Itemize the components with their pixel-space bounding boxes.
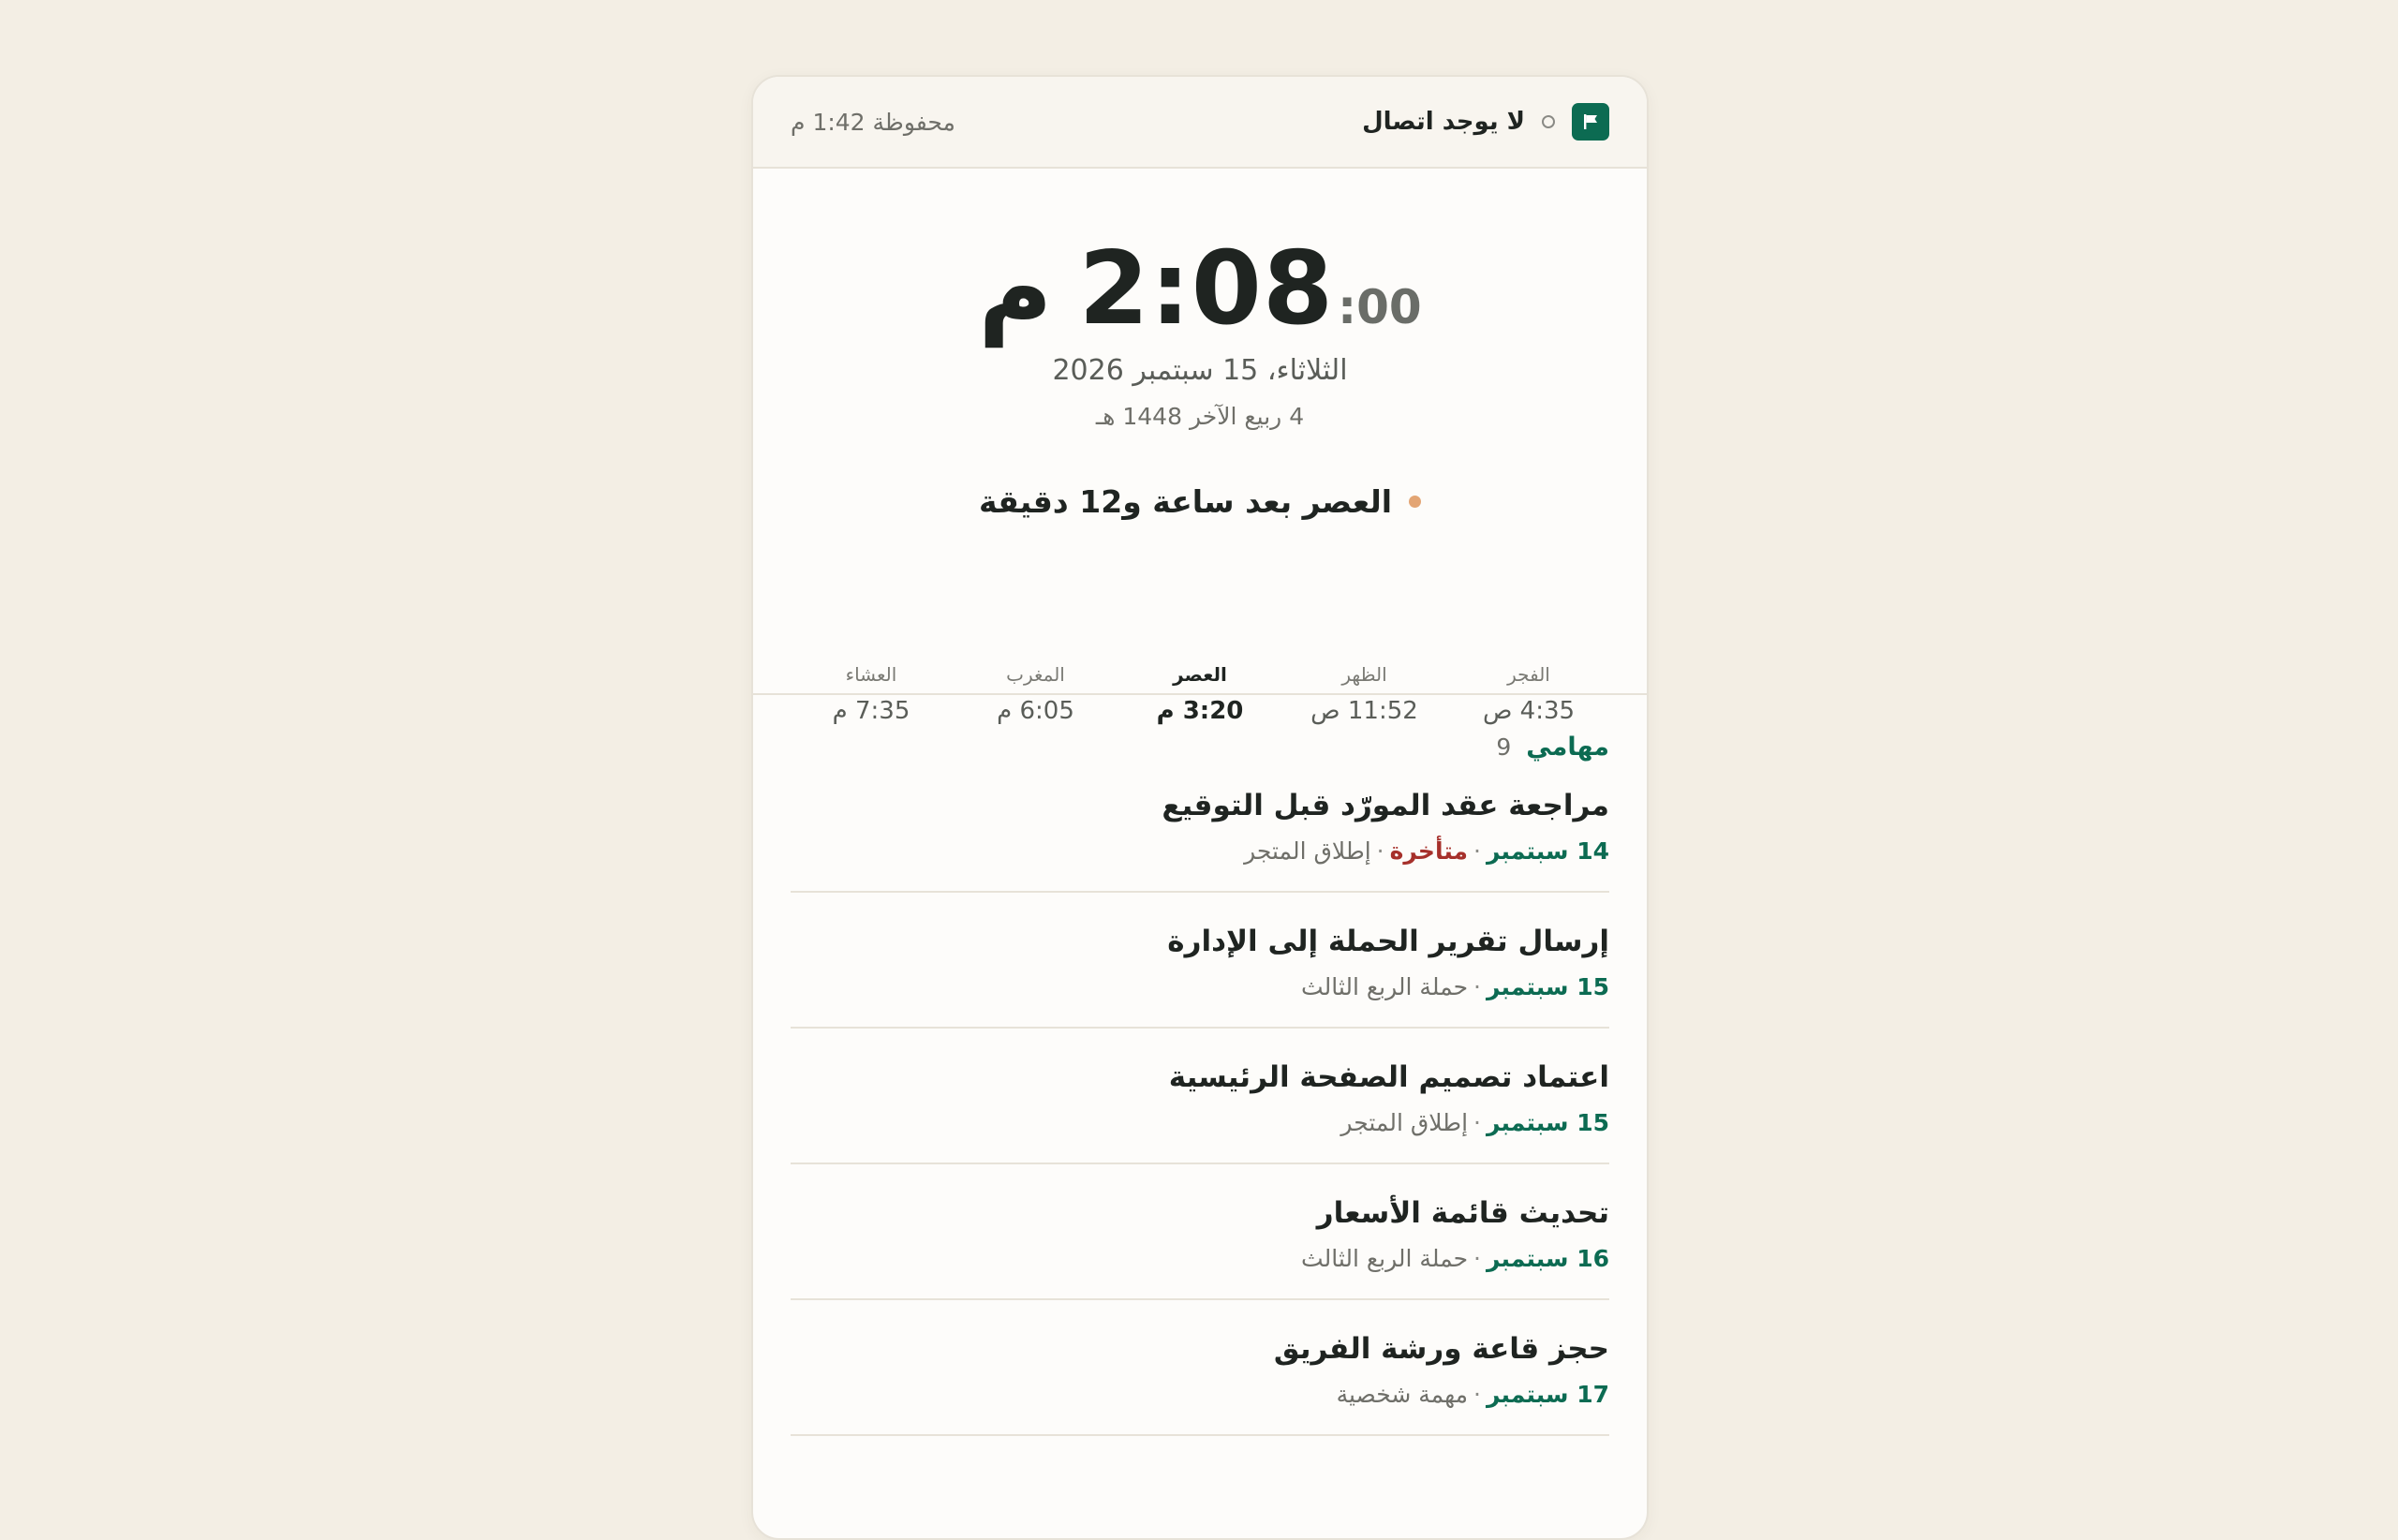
separator: · xyxy=(1473,1109,1481,1136)
task-date: 15 سبتمبر xyxy=(1486,973,1609,1000)
overdue-badge: متأخرة xyxy=(1389,837,1469,865)
task-date: 16 سبتمبر xyxy=(1486,1245,1609,1272)
tasks-count: 9 xyxy=(1496,733,1512,761)
prayer-time: 11:52 ص xyxy=(1310,697,1418,725)
tasks-title[interactable]: مهامي xyxy=(1526,733,1609,762)
next-prayer-dot-icon xyxy=(1409,496,1422,508)
hijri-date: 4 ربيع الآخر 1448 هـ xyxy=(1095,403,1305,430)
task-date: 17 سبتمبر xyxy=(1486,1381,1609,1408)
task-title: حجز قاعة ورشة الفريق xyxy=(1273,1332,1609,1366)
gregorian-date: الثلاثاء، 15 سبتمبر 2026 xyxy=(1052,354,1348,387)
next-prayer-text: العصر بعد ساعة و12 دقيقة xyxy=(978,483,1393,520)
tasks-section: مهامي 9 مراجعة عقد المورّد قبل التوقيع 1… xyxy=(753,695,1647,1436)
task-title: إرسال تقرير الحملة إلى الإدارة xyxy=(1167,925,1609,958)
task-item[interactable]: حجز قاعة ورشة الفريق 17 سبتمبر·مهمة شخصي… xyxy=(791,1300,1609,1436)
prayer-fajr: الفجر 4:35 ص xyxy=(1454,663,1604,725)
task-meta: 15 سبتمبر·حملة الربع الثالث xyxy=(791,973,1609,1000)
status-bar: لا يوجد اتصال محفوظة 1:42 م xyxy=(753,77,1647,169)
clock-section: 2:08 م :00 الثلاثاء، 15 سبتمبر 2026 4 رب… xyxy=(753,169,1647,725)
task-item[interactable]: تحديث قائمة الأسعار 16 سبتمبر·حملة الربع… xyxy=(791,1164,1609,1300)
separator: · xyxy=(1473,973,1481,1000)
task-title: مراجعة عقد المورّد قبل التوقيع xyxy=(1162,789,1609,822)
task-date: 14 سبتمبر xyxy=(1486,837,1609,865)
prayer-name: العشاء xyxy=(845,663,897,686)
separator: · xyxy=(1376,837,1384,865)
connection-status-text: لا يوجد اتصال xyxy=(1362,108,1525,136)
prayer-asr: العصر 3:20 م xyxy=(1125,663,1275,725)
task-item[interactable]: مراجعة عقد المورّد قبل التوقيع 14 سبتمبر… xyxy=(791,757,1609,893)
task-item[interactable]: إرسال تقرير الحملة إلى الإدارة 15 سبتمبر… xyxy=(791,893,1609,1029)
task-title: تحديث قائمة الأسعار xyxy=(1316,1196,1609,1230)
task-meta: 14 سبتمبر·متأخرة·إطلاق المتجر xyxy=(791,837,1609,865)
task-project: حملة الربع الثالث xyxy=(1301,1245,1469,1272)
separator: · xyxy=(1473,1381,1481,1408)
task-meta: 16 سبتمبر·حملة الربع الثالث xyxy=(791,1245,1609,1272)
clock-period: م xyxy=(978,230,1053,348)
clock-time: 2:08 xyxy=(1078,230,1335,348)
task-meta: 17 سبتمبر·مهمة شخصية xyxy=(791,1381,1609,1408)
prayer-time: 4:35 ص xyxy=(1482,697,1576,725)
prayer-name: العصر xyxy=(1173,663,1227,686)
flag-icon[interactable] xyxy=(1572,103,1609,141)
prayer-name: المغرب xyxy=(1006,663,1065,686)
prayer-times: الفجر 4:35 ص الظهر 11:52 ص العصر 3:20 م … xyxy=(791,663,1609,725)
task-project: إطلاق المتجر xyxy=(1340,1109,1469,1136)
separator: · xyxy=(1473,1245,1481,1272)
status-dot-icon xyxy=(1542,115,1555,128)
task-item[interactable]: اعتماد تصميم الصفحة الرئيسية 15 سبتمبر·إ… xyxy=(791,1029,1609,1164)
prayer-name: الفجر xyxy=(1507,663,1550,686)
prayer-isha: العشاء 7:35 م xyxy=(796,663,946,725)
saved-timestamp: محفوظة 1:42 م xyxy=(791,108,955,136)
task-project: إطلاق المتجر xyxy=(1244,837,1371,865)
task-project: حملة الربع الثالث xyxy=(1301,973,1469,1000)
clock-seconds: :00 xyxy=(1338,280,1422,334)
connection-status: لا يوجد اتصال xyxy=(1362,103,1609,141)
prayer-dhuhr: الظهر 11:52 ص xyxy=(1290,663,1440,725)
prayer-time: 3:20 م xyxy=(1156,697,1244,725)
clock: 2:08 م :00 xyxy=(753,230,1647,348)
task-date: 15 سبتمبر xyxy=(1486,1109,1609,1136)
prayer-time: 7:35 م xyxy=(832,697,910,725)
task-meta: 15 سبتمبر·إطلاق المتجر xyxy=(791,1109,1609,1136)
task-project: مهمة شخصية xyxy=(1336,1381,1469,1408)
prayer-name: الظهر xyxy=(1341,663,1387,686)
prayer-maghrib: المغرب 6:05 م xyxy=(961,663,1111,725)
separator: · xyxy=(1473,837,1481,865)
prayer-time: 6:05 م xyxy=(997,697,1074,725)
dashboard-card: لا يوجد اتصال محفوظة 1:42 م 2:08 م :00 ا… xyxy=(751,75,1649,1540)
next-prayer: العصر بعد ساعة و12 دقيقة xyxy=(753,483,1647,520)
task-title: اعتماد تصميم الصفحة الرئيسية xyxy=(1168,1060,1609,1094)
